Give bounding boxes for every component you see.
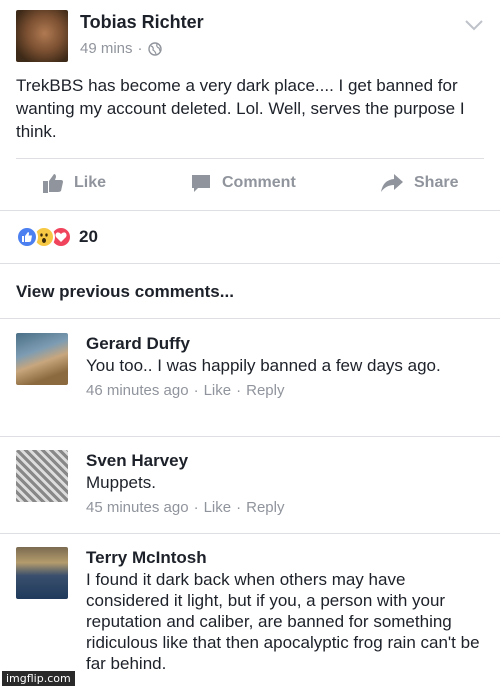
post-text: TrekBBS has become a very dark place....…: [16, 76, 465, 141]
commenter-avatar[interactable]: [16, 450, 68, 502]
post-meta: 49 mins ·: [80, 40, 162, 57]
post-header: Tobias Richter 49 mins ·: [0, 0, 500, 62]
reaction-count: 20: [79, 227, 98, 246]
author-avatar[interactable]: [16, 10, 68, 62]
comment-time: 45 minutes ago: [86, 499, 189, 516]
author-name[interactable]: Tobias Richter: [80, 12, 204, 33]
comment-body: Sven Harvey Muppets. 45 minutes ago · Like…: [86, 450, 486, 516]
comment-body: Gerard Duffy You too.. I was happily ban…: [86, 333, 486, 399]
commenter-name[interactable]: Terry McIntosh: [86, 547, 486, 569]
meta-separator: ·: [193, 382, 199, 399]
comment-text: Muppets.: [86, 473, 156, 492]
commenter-avatar[interactable]: [16, 547, 68, 599]
thumbs-up-icon: [43, 174, 63, 193]
meta-separator: ·: [236, 382, 242, 399]
comment-text: You too.. I was happily banned a few day…: [86, 356, 441, 375]
action-bar: Like Comment Share: [0, 164, 500, 204]
divider: [0, 318, 500, 319]
divider: [16, 158, 484, 159]
globe-icon: [147, 41, 162, 56]
commenter-name[interactable]: Gerard Duffy: [86, 333, 486, 355]
comment-meta: 45 minutes ago · Like · Reply: [86, 499, 486, 516]
comment-meta: 46 minutes ago · Like · Reply: [86, 382, 486, 399]
comment-button[interactable]: Comment: [190, 172, 296, 194]
like-label: Like: [74, 174, 107, 191]
comment-reply-link[interactable]: Reply: [246, 382, 284, 399]
chevron-down-icon[interactable]: [464, 18, 484, 32]
comment-reply-link[interactable]: Reply: [246, 499, 284, 516]
comment-time: 46 minutes ago: [86, 382, 189, 399]
comment-body: Terry McIntosh I found it dark back when…: [86, 547, 486, 674]
like-button[interactable]: Like: [42, 172, 106, 194]
post-time[interactable]: 49 mins: [80, 40, 133, 57]
comment-icon: [192, 175, 210, 192]
meta-separator: ·: [193, 499, 199, 516]
divider: [0, 263, 500, 264]
reactions-summary[interactable]: 20: [16, 225, 98, 249]
share-button[interactable]: Share: [380, 172, 458, 194]
commenter-avatar[interactable]: [16, 333, 68, 385]
meta-separator: ·: [236, 499, 242, 516]
like-reaction-icon: [16, 226, 38, 248]
view-previous-comments-link[interactable]: View previous comments...: [16, 282, 234, 302]
comment-label: Comment: [222, 174, 296, 191]
share-label: Share: [414, 174, 459, 191]
imgflip-watermark: imgflip.com: [2, 671, 75, 686]
divider: [0, 210, 500, 211]
comment-like-link[interactable]: Like: [204, 382, 232, 399]
divider: [0, 533, 500, 534]
divider: [0, 436, 500, 437]
share-arrow-icon: [381, 174, 403, 192]
commenter-name[interactable]: Sven Harvey: [86, 450, 486, 472]
meta-separator: ·: [137, 40, 143, 57]
comment-text: I found it dark back when others may hav…: [86, 570, 480, 673]
comment-like-link[interactable]: Like: [204, 499, 232, 516]
